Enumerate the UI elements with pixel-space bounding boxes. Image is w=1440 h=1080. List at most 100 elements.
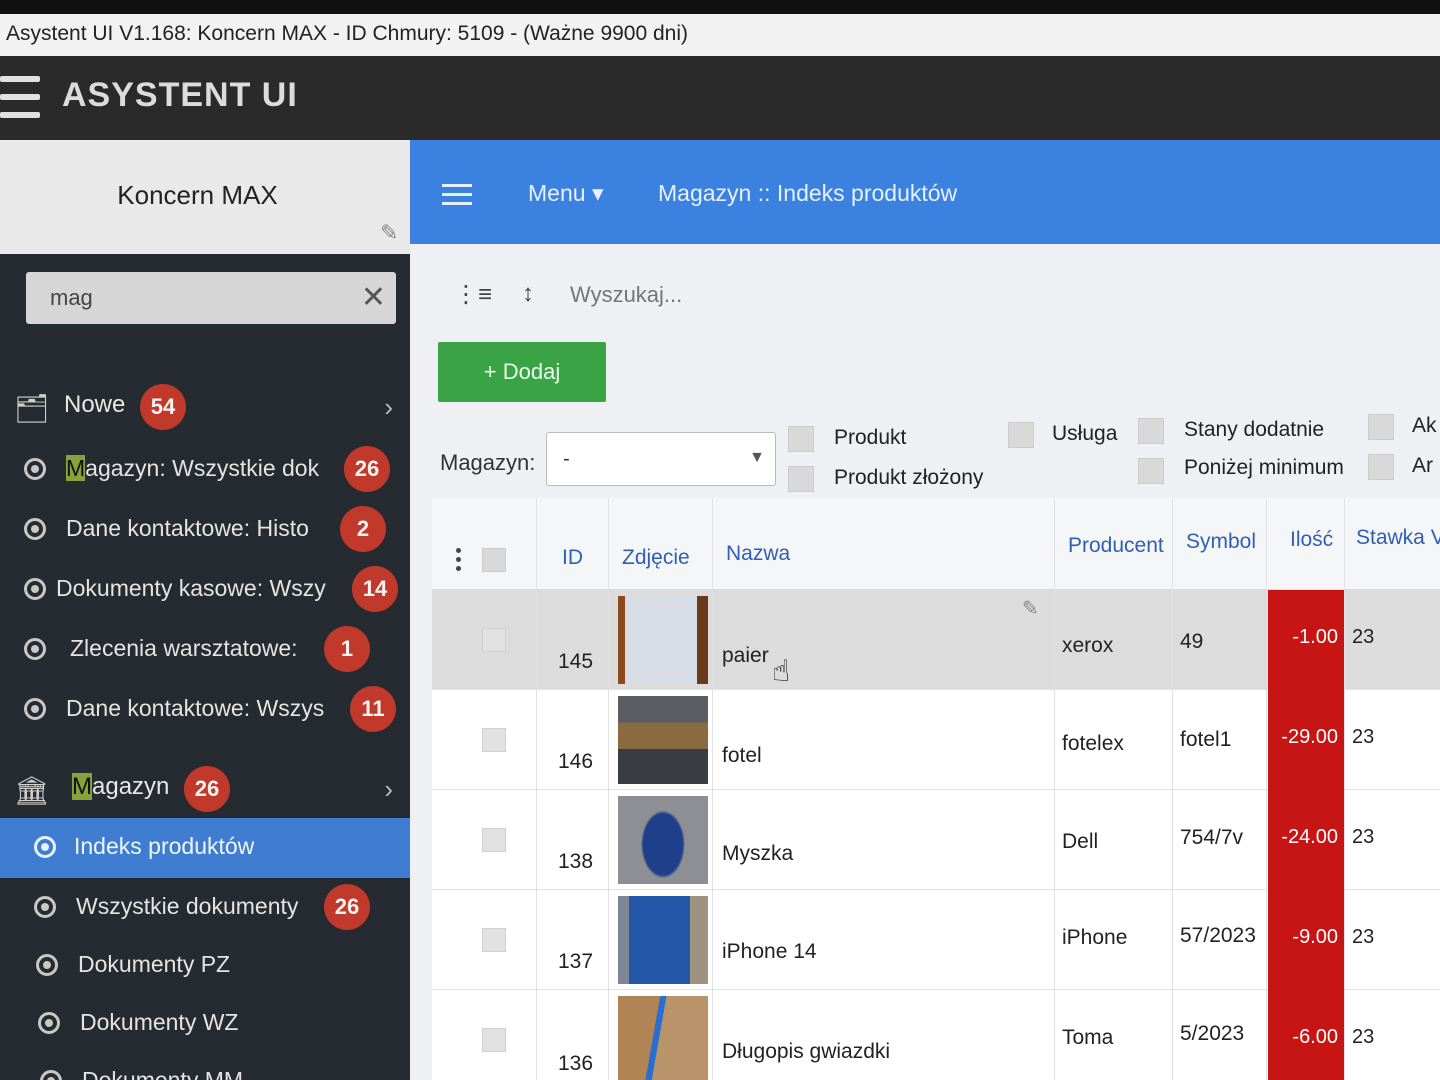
- cell-id: 145: [558, 650, 594, 673]
- sidebar-item-dokumenty-pz[interactable]: Dokumenty PZ: [0, 936, 420, 994]
- sidebar-search-input[interactable]: [26, 272, 346, 324]
- cell-nazwa[interactable]: Myszka: [722, 842, 793, 866]
- app-header: ASYSTENT UI: [0, 56, 1440, 140]
- product-thumbnail[interactable]: [618, 596, 708, 684]
- count-badge: 54: [140, 384, 186, 430]
- cell-symbol: 5/2023: [1180, 1022, 1245, 1045]
- count-badge: 1: [324, 626, 370, 672]
- product-thumbnail[interactable]: [618, 896, 708, 984]
- cell-id: 136: [558, 1052, 594, 1075]
- close-icon[interactable]: ✕: [361, 280, 386, 315]
- sidebar-item-dane-kontaktowe-histo[interactable]: Dane kontaktowe: Histo 2: [0, 500, 420, 558]
- checkbox-ponizej-minimum[interactable]: [1138, 458, 1164, 484]
- radio-dot-icon: [24, 638, 46, 660]
- cell-producent: fotelex: [1062, 732, 1124, 755]
- radio-dot-icon: [34, 836, 56, 858]
- cell-ilosc: -1.00: [1268, 590, 1344, 690]
- magazyn-label: Magazyn:: [440, 450, 536, 475]
- sidebar-item-dane-kontaktowe-wszys[interactable]: Dane kontaktowe: Wszys 11: [0, 680, 420, 738]
- table-row[interactable]: 145 paier ✎ ☝ xerox 49 -1.00 23: [432, 590, 1440, 690]
- count-badge: 11: [350, 686, 396, 732]
- inbox-icon: 🗂: [14, 393, 50, 424]
- cell-stawka: 23: [1352, 626, 1375, 648]
- sidebar-item-indeks-produktow[interactable]: Indeks produktów: [0, 818, 420, 878]
- product-thumbnail[interactable]: [618, 996, 708, 1080]
- magazyn-select[interactable]: - ▼: [546, 432, 776, 486]
- sidebar-item-label: Zlecenia warsztatowe:: [70, 635, 298, 661]
- product-thumbnail[interactable]: [618, 796, 708, 884]
- cell-nazwa[interactable]: Długopis gwiazdki: [722, 1040, 890, 1064]
- checkbox-produkt-zlozony[interactable]: [788, 466, 814, 492]
- select-all-checkbox[interactable]: [482, 548, 506, 572]
- sidebar-item-wszystkie-dokumenty[interactable]: Wszystkie dokumenty 26: [0, 878, 420, 936]
- sidebar-item-dokumenty-mm[interactable]: Dokumenty MM: [0, 1052, 420, 1080]
- checkbox-label: Stany dodatnie: [1184, 418, 1325, 441]
- checkbox-label: Ar: [1412, 454, 1433, 477]
- app-title: ASYSTENT UI: [62, 76, 298, 114]
- sidebar-group-label: Nowe: [64, 391, 126, 418]
- qty-value: -1.00: [1292, 626, 1338, 648]
- kebab-menu-icon[interactable]: [456, 548, 462, 575]
- checkbox-ak[interactable]: [1368, 414, 1394, 440]
- radio-dot-icon: [24, 698, 46, 720]
- sidebar-group-magazyn[interactable]: 🏛 Magazyn 26 ›: [0, 760, 415, 818]
- row-checkbox[interactable]: [482, 928, 506, 952]
- count-badge: 14: [352, 566, 398, 612]
- table-row[interactable]: 137 iPhone 14 iPhone 57/2023 -9.00 23: [432, 890, 1440, 990]
- add-button[interactable]: + Dodaj: [438, 342, 606, 402]
- checkbox-usluga[interactable]: [1008, 422, 1034, 448]
- column-header-producent[interactable]: Producent: [1068, 534, 1164, 558]
- pencil-icon[interactable]: ✎: [1022, 596, 1039, 621]
- column-header-ilosc[interactable]: Ilość: [1290, 528, 1333, 552]
- cell-stawka: 23: [1352, 826, 1375, 848]
- row-checkbox[interactable]: [482, 828, 506, 852]
- count-badge: 26: [324, 884, 370, 930]
- column-header-nazwa[interactable]: Nazwa: [726, 542, 790, 566]
- tree-view-icon[interactable]: ⋮≡: [454, 280, 492, 309]
- column-header-stawka[interactable]: Stawka V: [1356, 526, 1440, 550]
- sidebar-item-dokumenty-wz[interactable]: Dokumenty WZ: [0, 994, 420, 1052]
- radio-dot-icon: [24, 578, 46, 600]
- product-thumbnail[interactable]: [618, 696, 708, 784]
- table-row[interactable]: 138 Myszka Dell 754/7v -24.00 23: [432, 790, 1440, 890]
- column-header-zdjecie[interactable]: Zdjęcie: [622, 546, 690, 570]
- menu-label: Menu: [528, 180, 586, 206]
- column-divider: [1266, 498, 1267, 1080]
- column-divider: [536, 498, 537, 1080]
- sidebar-group-nowe[interactable]: 🗂 Nowe 54 ›: [0, 378, 415, 436]
- row-checkbox[interactable]: [482, 728, 506, 752]
- sidebar-item-zlecenia-warsztatowe[interactable]: Zlecenia warsztatowe: 1: [0, 620, 420, 678]
- main-content: ⋮≡ ↕ + Dodaj Magazyn: - ▼ Produkt Produk…: [410, 244, 1440, 1080]
- cell-ilosc: -9.00: [1268, 890, 1344, 990]
- sidebar-item-magazyn-wszystkie[interactable]: Magazyn: Wszystkie dok 26: [0, 440, 420, 498]
- cell-producent: Dell: [1062, 830, 1099, 853]
- sort-icon[interactable]: ↕: [522, 280, 534, 308]
- menu-toggle-icon[interactable]: [442, 184, 472, 206]
- table-row[interactable]: 146 fotel fotelex fotel1 -29.00 23: [432, 690, 1440, 790]
- company-panel: Koncern MAX ✎: [0, 140, 410, 254]
- menu-dropdown[interactable]: Menu ▾: [528, 180, 603, 207]
- pencil-icon[interactable]: ✎: [380, 220, 398, 246]
- sidebar-item-dokumenty-kasowe[interactable]: Dokumenty kasowe: Wszy 14: [0, 560, 420, 618]
- checkbox-label: Produkt złożony: [834, 466, 984, 489]
- checkbox-label: Produkt: [834, 426, 907, 449]
- cell-nazwa[interactable]: iPhone 14: [722, 940, 817, 964]
- hand-cursor-icon: ☝: [772, 655, 791, 688]
- checkbox-produkt[interactable]: [788, 426, 814, 452]
- checkbox-ar[interactable]: [1368, 454, 1394, 480]
- table-row[interactable]: 136 Długopis gwiazdki Toma 5/2023 -6.00 …: [432, 990, 1440, 1080]
- search-input[interactable]: [570, 270, 1070, 320]
- cell-id: 146: [558, 750, 594, 773]
- checkbox-stany-dodatnie[interactable]: [1138, 418, 1164, 444]
- sidebar-item-label: Dane kontaktowe: Wszys: [66, 695, 325, 721]
- qty-value: -9.00: [1292, 926, 1338, 948]
- row-checkbox[interactable]: [482, 628, 506, 652]
- column-header-symbol[interactable]: Symbol: [1186, 530, 1256, 554]
- cell-producent: iPhone: [1062, 926, 1128, 949]
- column-header-id[interactable]: ID: [562, 546, 583, 570]
- row-checkbox[interactable]: [482, 1028, 506, 1052]
- hamburger-icon[interactable]: [0, 76, 40, 120]
- cell-nazwa[interactable]: fotel: [722, 744, 762, 768]
- cell-symbol: 57/2023: [1180, 924, 1256, 947]
- cell-nazwa[interactable]: paier: [722, 644, 769, 668]
